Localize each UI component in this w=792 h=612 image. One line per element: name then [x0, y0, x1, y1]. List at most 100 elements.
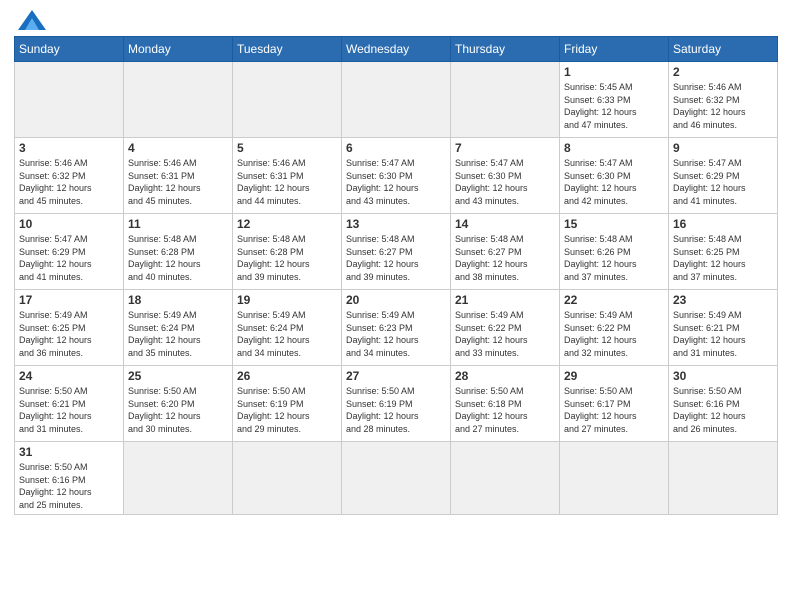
day-cell: [451, 442, 560, 515]
day-info: Sunrise: 5:47 AM Sunset: 6:29 PM Dayligh…: [19, 233, 119, 283]
week-row-2: 10Sunrise: 5:47 AM Sunset: 6:29 PM Dayli…: [15, 214, 778, 290]
day-cell: [451, 62, 560, 138]
day-number: 31: [19, 445, 119, 459]
day-cell: 8 Sunrise: 5:47 AM Sunset: 6:30 PM Daylig…: [560, 138, 669, 214]
day-info: Sunrise: 5:50 AM Sunset: 6:21 PM Dayligh…: [19, 385, 119, 435]
day-info: Sunrise: 5:49 AM Sunset: 6:24 PM Dayligh…: [237, 309, 337, 359]
weekday-header-saturday: Saturday: [669, 37, 778, 62]
day-cell: 25Sunrise: 5:50 AM Sunset: 6:20 PM Dayli…: [124, 366, 233, 442]
day-cell: 18Sunrise: 5:49 AM Sunset: 6:24 PM Dayli…: [124, 290, 233, 366]
day-info: Sunrise: 5:50 AM Sunset: 6:16 PM Dayligh…: [19, 461, 119, 511]
day-cell: 20 Sunrise: 5:49 AM Sunset: 6:23 PM Dayli…: [342, 290, 451, 366]
day-cell: [342, 62, 451, 138]
day-cell: [560, 442, 669, 515]
day-cell: 28 Sunrise: 5:50 AM Sunset: 6:18 PM Dayli…: [451, 366, 560, 442]
day-info: Sunrise: 5:49 AM Sunset: 6:22 PM Dayligh…: [564, 309, 664, 359]
week-row-4: 24Sunrise: 5:50 AM Sunset: 6:21 PM Dayli…: [15, 366, 778, 442]
calendar: SundayMondayTuesdayWednesdayThursdayFrid…: [14, 36, 778, 515]
week-row-1: 3Sunrise: 5:46 AM Sunset: 6:32 PM Daylig…: [15, 138, 778, 214]
day-info: Sunrise: 5:46 AM Sunset: 6:32 PM Dayligh…: [19, 157, 119, 207]
day-cell: [233, 62, 342, 138]
day-info: Sunrise: 5:48 AM Sunset: 6:26 PM Dayligh…: [564, 233, 664, 283]
day-cell: [124, 442, 233, 515]
day-info: Sunrise: 5:48 AM Sunset: 6:27 PM Dayligh…: [455, 233, 555, 283]
day-number: 15: [564, 217, 664, 231]
day-info: Sunrise: 5:50 AM Sunset: 6:19 PM Dayligh…: [237, 385, 337, 435]
day-cell: [342, 442, 451, 515]
week-row-3: 17Sunrise: 5:49 AM Sunset: 6:25 PM Dayli…: [15, 290, 778, 366]
day-cell: 11Sunrise: 5:48 AM Sunset: 6:28 PM Dayli…: [124, 214, 233, 290]
day-number: 12: [237, 217, 337, 231]
day-cell: [124, 62, 233, 138]
day-number: 26: [237, 369, 337, 383]
day-number: 30: [673, 369, 773, 383]
weekday-header-tuesday: Tuesday: [233, 37, 342, 62]
day-info: Sunrise: 5:49 AM Sunset: 6:22 PM Dayligh…: [455, 309, 555, 359]
day-cell: 4 Sunrise: 5:46 AM Sunset: 6:31 PM Daylig…: [124, 138, 233, 214]
day-cell: 22 Sunrise: 5:49 AM Sunset: 6:22 PM Dayli…: [560, 290, 669, 366]
day-number: 4: [128, 141, 228, 155]
week-row-5: 31 Sunrise: 5:50 AM Sunset: 6:16 PM Dayli…: [15, 442, 778, 515]
day-cell: 15 Sunrise: 5:48 AM Sunset: 6:26 PM Dayli…: [560, 214, 669, 290]
day-info: Sunrise: 5:46 AM Sunset: 6:31 PM Dayligh…: [128, 157, 228, 207]
day-cell: 21Sunrise: 5:49 AM Sunset: 6:22 PM Dayli…: [451, 290, 560, 366]
weekday-header-sunday: Sunday: [15, 37, 124, 62]
day-cell: 19 Sunrise: 5:49 AM Sunset: 6:24 PM Dayli…: [233, 290, 342, 366]
day-cell: [15, 62, 124, 138]
day-number: 1: [564, 65, 664, 79]
header: [14, 10, 778, 30]
day-cell: 26 Sunrise: 5:50 AM Sunset: 6:19 PM Dayli…: [233, 366, 342, 442]
day-cell: 2Sunrise: 5:46 AM Sunset: 6:32 PM Daylig…: [669, 62, 778, 138]
day-number: 29: [564, 369, 664, 383]
day-info: Sunrise: 5:47 AM Sunset: 6:30 PM Dayligh…: [455, 157, 555, 207]
day-number: 9: [673, 141, 773, 155]
logo-icon: [18, 10, 46, 30]
weekday-header-friday: Friday: [560, 37, 669, 62]
day-cell: 17Sunrise: 5:49 AM Sunset: 6:25 PM Dayli…: [15, 290, 124, 366]
weekday-header-row: SundayMondayTuesdayWednesdayThursdayFrid…: [15, 37, 778, 62]
day-info: Sunrise: 5:47 AM Sunset: 6:30 PM Dayligh…: [346, 157, 446, 207]
day-cell: 7 Sunrise: 5:47 AM Sunset: 6:30 PM Daylig…: [451, 138, 560, 214]
day-cell: [233, 442, 342, 515]
day-cell: [669, 442, 778, 515]
day-info: Sunrise: 5:49 AM Sunset: 6:25 PM Dayligh…: [19, 309, 119, 359]
day-number: 23: [673, 293, 773, 307]
day-info: Sunrise: 5:48 AM Sunset: 6:27 PM Dayligh…: [346, 233, 446, 283]
day-number: 13: [346, 217, 446, 231]
day-number: 27: [346, 369, 446, 383]
day-number: 28: [455, 369, 555, 383]
day-info: Sunrise: 5:50 AM Sunset: 6:18 PM Dayligh…: [455, 385, 555, 435]
day-cell: 31 Sunrise: 5:50 AM Sunset: 6:16 PM Dayli…: [15, 442, 124, 515]
day-cell: 29 Sunrise: 5:50 AM Sunset: 6:17 PM Dayli…: [560, 366, 669, 442]
weekday-header-monday: Monday: [124, 37, 233, 62]
day-number: 16: [673, 217, 773, 231]
logo: [14, 10, 46, 30]
day-number: 6: [346, 141, 446, 155]
day-info: Sunrise: 5:50 AM Sunset: 6:19 PM Dayligh…: [346, 385, 446, 435]
day-cell: 30Sunrise: 5:50 AM Sunset: 6:16 PM Dayli…: [669, 366, 778, 442]
day-info: Sunrise: 5:49 AM Sunset: 6:23 PM Dayligh…: [346, 309, 446, 359]
day-cell: 13 Sunrise: 5:48 AM Sunset: 6:27 PM Dayli…: [342, 214, 451, 290]
day-cell: 23Sunrise: 5:49 AM Sunset: 6:21 PM Dayli…: [669, 290, 778, 366]
day-cell: 5Sunrise: 5:46 AM Sunset: 6:31 PM Daylig…: [233, 138, 342, 214]
day-cell: 27 Sunrise: 5:50 AM Sunset: 6:19 PM Dayli…: [342, 366, 451, 442]
day-number: 25: [128, 369, 228, 383]
day-info: Sunrise: 5:47 AM Sunset: 6:30 PM Dayligh…: [564, 157, 664, 207]
day-number: 14: [455, 217, 555, 231]
day-number: 8: [564, 141, 664, 155]
day-cell: 24Sunrise: 5:50 AM Sunset: 6:21 PM Dayli…: [15, 366, 124, 442]
day-info: Sunrise: 5:50 AM Sunset: 6:17 PM Dayligh…: [564, 385, 664, 435]
day-number: 7: [455, 141, 555, 155]
day-number: 19: [237, 293, 337, 307]
day-cell: 14 Sunrise: 5:48 AM Sunset: 6:27 PM Dayli…: [451, 214, 560, 290]
weekday-header-wednesday: Wednesday: [342, 37, 451, 62]
week-row-0: 1Sunrise: 5:45 AM Sunset: 6:33 PM Daylig…: [15, 62, 778, 138]
day-cell: 3Sunrise: 5:46 AM Sunset: 6:32 PM Daylig…: [15, 138, 124, 214]
day-number: 20: [346, 293, 446, 307]
weekday-header-thursday: Thursday: [451, 37, 560, 62]
day-info: Sunrise: 5:47 AM Sunset: 6:29 PM Dayligh…: [673, 157, 773, 207]
day-number: 11: [128, 217, 228, 231]
day-number: 5: [237, 141, 337, 155]
day-cell: 10Sunrise: 5:47 AM Sunset: 6:29 PM Dayli…: [15, 214, 124, 290]
day-number: 22: [564, 293, 664, 307]
